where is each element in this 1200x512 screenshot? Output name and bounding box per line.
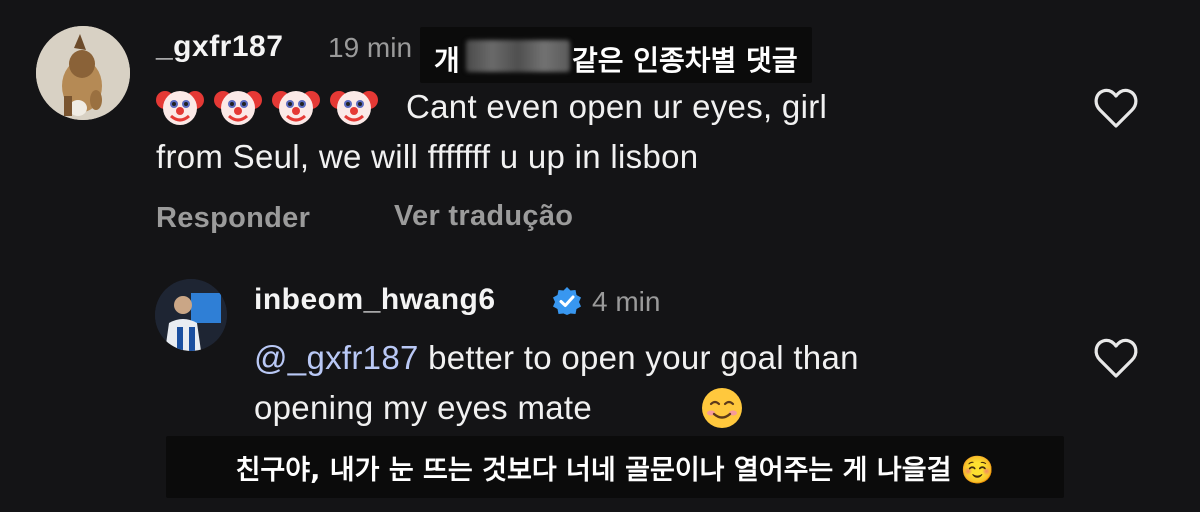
top-caption-text-end: 같은 인종차별 댓글 <box>572 44 798 77</box>
comment-time: 19 min <box>328 32 413 63</box>
clown-emoji-row <box>156 82 378 130</box>
commenter-avatar[interactable] <box>36 26 130 120</box>
top-caption-text-start: 개 <box>434 44 460 77</box>
mention-link[interactable]: @_gxfr187 <box>254 339 419 376</box>
see-translation-button[interactable]: Ver tradução <box>394 200 573 233</box>
reply-text-rest: better to open your goal than <box>418 339 859 376</box>
dog-photo-icon <box>36 26 130 120</box>
reply-username[interactable]: inbeom_hwang6 <box>254 283 496 317</box>
comment-username[interactable]: _gxfr187 <box>156 30 283 64</box>
top-caption: 개 같은 인종차별 댓글 <box>420 27 812 83</box>
clown-face-icon <box>272 91 320 125</box>
reply-text-line2: opening my eyes mate <box>254 389 593 426</box>
reply-avatar[interactable] <box>155 279 227 351</box>
clown-face-icon <box>214 91 262 125</box>
blurred-word <box>466 40 570 72</box>
clown-face-icon <box>330 91 378 125</box>
comment-text-line2: from Seul, we will fffffff u up in lisbo… <box>156 138 699 175</box>
clown-face-icon <box>156 91 204 125</box>
player-photo-icon <box>155 279 227 351</box>
reply-time: 4 min <box>592 286 661 317</box>
comment-text-line1: Cant even open ur eyes, girl <box>406 88 828 125</box>
bottom-caption: 친구야, 내가 눈 뜨는 것보다 너네 골문이나 열어주는 게 나을걸 ☺️ <box>166 436 1064 498</box>
reply-text-line1: @_gxfr187 better to open your goal than <box>254 333 859 383</box>
verified-badge-icon <box>553 287 581 315</box>
reply-button[interactable]: Responder <box>156 202 310 235</box>
heart-outline-icon[interactable] <box>1092 336 1140 380</box>
smiling-face-icon <box>702 388 742 428</box>
heart-outline-icon[interactable] <box>1092 86 1140 130</box>
